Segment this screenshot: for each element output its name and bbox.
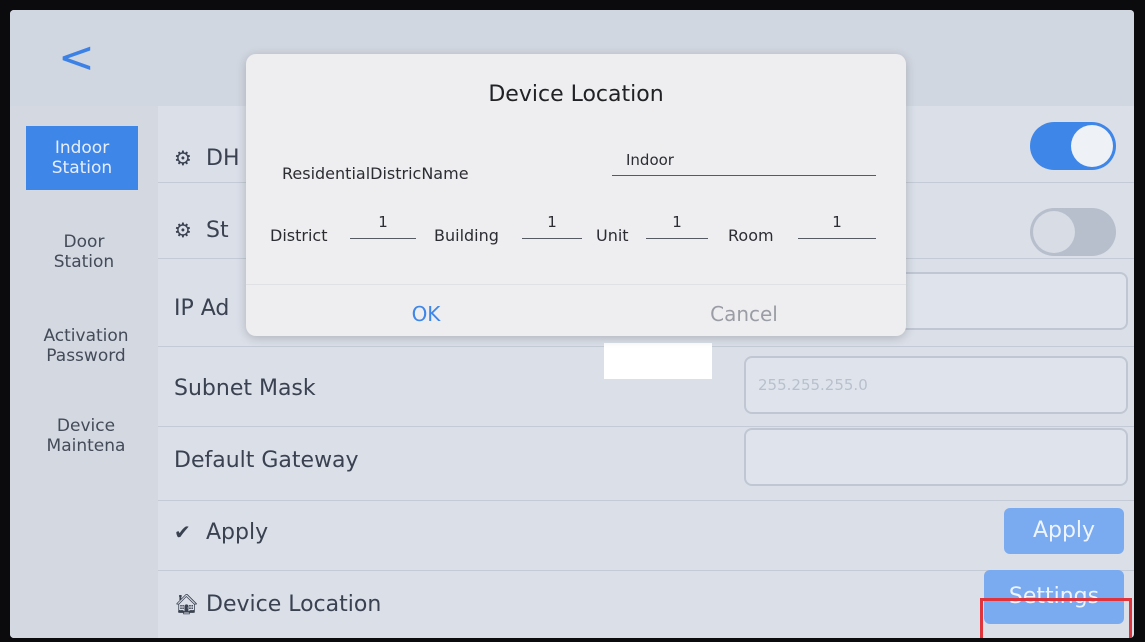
subnet-mask-input[interactable]: 255.255.255.0 bbox=[744, 356, 1128, 414]
ip-address-label: IP Ad bbox=[174, 296, 230, 321]
residential-district-input[interactable]: Indoor bbox=[612, 150, 876, 176]
subnet-mask-label: Subnet Mask bbox=[174, 376, 316, 401]
sidebar-item-door-station[interactable]: Door Station bbox=[40, 232, 128, 272]
dhcp-toggle[interactable] bbox=[1030, 122, 1116, 170]
sidebar-item-label: Activation Password bbox=[43, 326, 129, 366]
device-location-label: 🏠︎ Device Location bbox=[174, 592, 382, 617]
static-ip-toggle[interactable] bbox=[1030, 208, 1116, 256]
gear-icon: ⚙ bbox=[174, 146, 192, 170]
apply-label: ✔ Apply bbox=[174, 520, 269, 545]
default-gateway-label: Default Gateway bbox=[174, 448, 359, 473]
ok-button[interactable]: OK bbox=[396, 302, 456, 326]
district-label: District bbox=[270, 226, 328, 245]
unit-label: Unit bbox=[596, 226, 629, 245]
room-label: Room bbox=[728, 226, 774, 245]
dhcp-label: ⚙ DH bbox=[174, 146, 240, 171]
building-label: Building bbox=[434, 226, 499, 245]
sidebar-item-label: Indoor Station bbox=[51, 138, 113, 178]
subnet-mask-value: 255.255.255.0 bbox=[758, 376, 868, 394]
apply-row: ✔ Apply Apply bbox=[158, 500, 1134, 571]
cancel-button[interactable]: Cancel bbox=[694, 302, 794, 326]
unit-input[interactable]: 1 bbox=[646, 212, 708, 239]
residential-district-label: ResidentialDistricName bbox=[282, 164, 469, 183]
device-screen: < Indoor Station Door Station Activation… bbox=[10, 10, 1134, 638]
sidebar-item-indoor-station[interactable]: Indoor Station bbox=[26, 126, 138, 190]
sidebar-item-activation-password[interactable]: Activation Password bbox=[26, 326, 146, 366]
sidebar-item-device-maintenance[interactable]: Device Maintena bbox=[36, 416, 136, 456]
district-value: 1 bbox=[378, 213, 388, 231]
unit-value: 1 bbox=[672, 213, 682, 231]
toggle-knob bbox=[1033, 211, 1075, 253]
static-ip-label: ⚙ St bbox=[174, 218, 229, 243]
room-input[interactable]: 1 bbox=[798, 212, 876, 239]
highlight-box bbox=[980, 598, 1132, 638]
sidebar-item-label: Device Maintena bbox=[46, 416, 126, 456]
district-input[interactable]: 1 bbox=[350, 212, 416, 239]
building-value: 1 bbox=[547, 213, 557, 231]
toggle-knob bbox=[1071, 125, 1113, 167]
room-value: 1 bbox=[832, 213, 842, 231]
dialog-title: Device Location bbox=[488, 82, 664, 107]
dialog-divider bbox=[246, 284, 906, 285]
back-arrow-icon[interactable]: < bbox=[58, 36, 98, 80]
apply-button[interactable]: Apply bbox=[1004, 508, 1124, 554]
device-location-dialog: Device Location ResidentialDistricName I… bbox=[246, 54, 906, 336]
sidebar: Indoor Station Door Station Activation P… bbox=[10, 106, 158, 638]
gear-icon: ⚙ bbox=[174, 218, 192, 242]
default-gateway-row: Default Gateway bbox=[158, 426, 1134, 501]
building-input[interactable]: 1 bbox=[522, 212, 582, 239]
default-gateway-input[interactable] bbox=[744, 428, 1128, 486]
residential-district-value: Indoor bbox=[626, 151, 674, 169]
redacted-area bbox=[604, 343, 712, 379]
sidebar-item-label: Door Station bbox=[53, 232, 115, 272]
checkmark-icon: ✔ bbox=[174, 520, 191, 544]
home-icon: 🏠︎ bbox=[174, 592, 200, 616]
